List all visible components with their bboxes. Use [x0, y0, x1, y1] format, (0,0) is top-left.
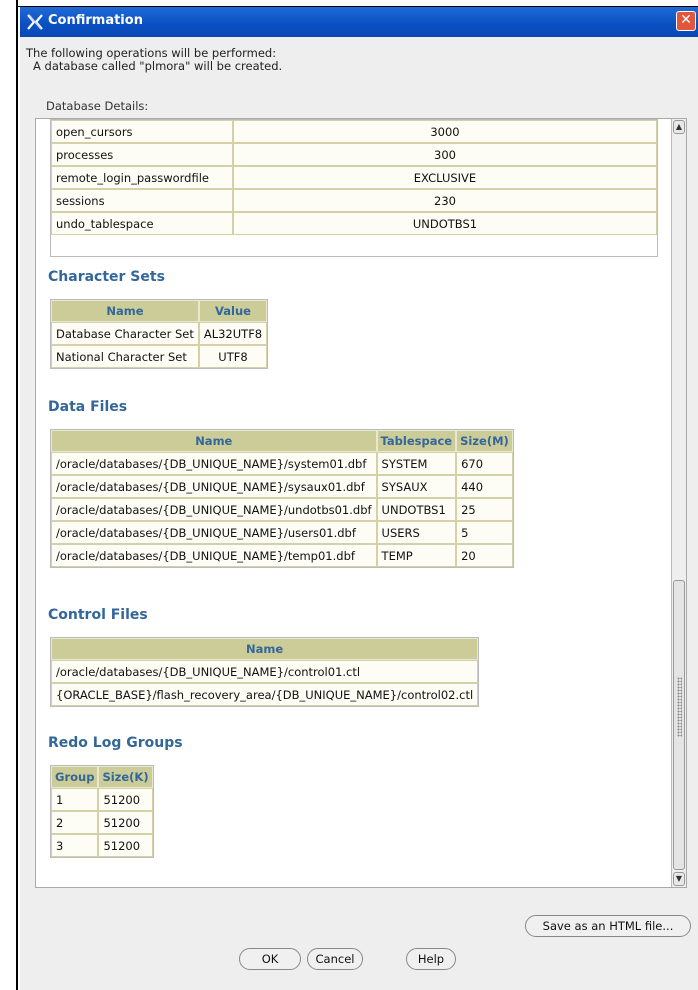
character-sets-heading: Character Sets — [48, 269, 165, 285]
column-header: Name — [51, 430, 377, 452]
table-cell: /oracle/databases/{DB_UNIQUE_NAME}/syste… — [51, 452, 377, 475]
scrollbar-thumb[interactable] — [673, 580, 685, 870]
redo-log-groups-heading: Redo Log Groups — [48, 735, 183, 751]
table-row: undo_tablespace UNDOTBS1 — [51, 212, 657, 235]
param-value: UNDOTBS1 — [233, 212, 657, 235]
save-as-html-button[interactable]: Save as an HTML file... — [525, 915, 691, 937]
scroll-down-icon[interactable]: ▼ — [673, 872, 685, 886]
intro-text: The following operations will be perform… — [26, 47, 282, 73]
param-value: 230 — [233, 189, 657, 212]
table-row: sessions 230 — [51, 189, 657, 212]
table-row: Database Character Set AL32UTF8 — [51, 322, 268, 345]
table-row: 2 51200 — [51, 811, 153, 834]
table-cell: UNDOTBS1 — [376, 498, 457, 521]
table-row: /oracle/databases/{DB_UNIQUE_NAME}/users… — [51, 521, 513, 544]
param-name: undo_tablespace — [51, 212, 233, 235]
character-sets-table-wrap: Name Value Database Character Set AL32UTF8… — [50, 299, 269, 369]
param-value: EXCLUSIVE — [233, 166, 657, 189]
table-cell: TEMP — [376, 544, 457, 567]
table-row: /oracle/databases/{DB_UNIQUE_NAME}/temp0… — [51, 544, 513, 567]
data-files-table-wrap: Name Tablespace Size(M) /oracle/databases/… — [50, 429, 514, 568]
character-sets-table: Name Value Database Character Set AL32UTF8… — [51, 300, 268, 368]
control-files-heading: Control Files — [48, 607, 148, 623]
column-header: Value — [198, 300, 268, 322]
data-files-heading: Data Files — [48, 399, 128, 415]
confirmation-dialog: Confirmation ✕ The following operations … — [20, 7, 698, 990]
close-icon[interactable]: ✕ — [676, 11, 696, 31]
param-value: 3000 — [233, 120, 657, 143]
table-cell: /oracle/databases/{DB_UNIQUE_NAME}/sysau… — [51, 475, 377, 498]
app-icon — [27, 14, 43, 30]
table-cell: 20 — [456, 544, 513, 567]
table-cell: {ORACLE_BASE}/flash_recovery_area/{DB_UN… — [51, 683, 479, 706]
table-cell: /oracle/databases/{DB_UNIQUE_NAME}/temp0… — [51, 544, 377, 567]
param-name: sessions — [51, 189, 233, 212]
help-button[interactable]: Help — [406, 948, 456, 970]
table-cell: 5 — [456, 521, 513, 544]
column-header: Size(M) — [456, 430, 513, 452]
table-cell: 51200 — [98, 834, 153, 857]
intro-line-2: A database called "plmora" will be creat… — [33, 59, 283, 73]
table-cell: 2 — [51, 811, 99, 834]
table-row: /oracle/databases/{DB_UNIQUE_NAME}/undot… — [51, 498, 513, 521]
scroll-up-icon[interactable]: ▲ — [673, 120, 685, 134]
ok-button[interactable]: OK — [239, 948, 301, 970]
table-cell: Database Character Set — [51, 322, 199, 345]
details-scroll-pane[interactable]: open_cursors 3000 processes 300 remote_login… — [35, 118, 687, 888]
table-cell: 1 — [51, 788, 99, 811]
table-row: 1 51200 — [51, 788, 153, 811]
scrollbar-grip — [677, 677, 682, 737]
redo-log-groups-table: Group Size(K) 1 51200 2 51200 3 51200 — [51, 766, 153, 857]
control-files-table-wrap: Name /oracle/databases/{DB_UNIQUE_NAME}/… — [50, 637, 480, 707]
table-cell: 670 — [456, 452, 513, 475]
column-header: Name — [51, 638, 479, 660]
init-params-table-wrap: open_cursors 3000 processes 300 remote_login… — [50, 119, 658, 257]
table-cell: 25 — [456, 498, 513, 521]
table-cell: 51200 — [98, 788, 153, 811]
title-bar[interactable]: Confirmation ✕ — [20, 7, 698, 37]
table-cell: SYSTEM — [376, 452, 457, 475]
param-name: remote_login_passwordfile — [51, 166, 233, 189]
param-name: open_cursors — [51, 120, 233, 143]
table-cell: /oracle/databases/{DB_UNIQUE_NAME}/users… — [51, 521, 377, 544]
table-row: processes 300 — [51, 143, 657, 166]
init-params-table: open_cursors 3000 processes 300 remote_login… — [51, 120, 657, 235]
screen: Confirmation ✕ The following operations … — [0, 0, 698, 990]
table-row: 3 51200 — [51, 834, 153, 857]
table-row: /oracle/databases/{DB_UNIQUE_NAME}/sysau… — [51, 475, 513, 498]
table-cell: 51200 — [98, 811, 153, 834]
param-name: processes — [51, 143, 233, 166]
vertical-scrollbar[interactable]: ▲ ▼ — [671, 119, 686, 887]
table-cell: /oracle/databases/{DB_UNIQUE_NAME}/contr… — [51, 660, 479, 683]
details-content: open_cursors 3000 processes 300 remote_login… — [36, 119, 672, 887]
column-header: Tablespace — [376, 430, 457, 452]
table-cell: USERS — [376, 521, 457, 544]
table-cell: 440 — [456, 475, 513, 498]
column-header: Group — [51, 766, 99, 788]
column-header: Name — [51, 300, 199, 322]
table-cell: SYSAUX — [376, 475, 457, 498]
database-details-label: Database Details: — [46, 99, 149, 113]
table-cell: 3 — [51, 834, 99, 857]
table-row: /oracle/databases/{DB_UNIQUE_NAME}/syste… — [51, 452, 513, 475]
table-cell: AL32UTF8 — [198, 322, 268, 345]
param-value: 300 — [233, 143, 657, 166]
control-files-table: Name /oracle/databases/{DB_UNIQUE_NAME}/… — [51, 638, 479, 706]
table-cell: UTF8 — [198, 345, 268, 368]
table-row: National Character Set UTF8 — [51, 345, 268, 368]
table-row: open_cursors 3000 — [51, 120, 657, 143]
table-cell: /oracle/databases/{DB_UNIQUE_NAME}/undot… — [51, 498, 377, 521]
background-window-edge — [0, 0, 698, 7]
table-row: /oracle/databases/{DB_UNIQUE_NAME}/contr… — [51, 660, 479, 683]
column-header: Size(K) — [98, 766, 153, 788]
cancel-button[interactable]: Cancel — [307, 948, 363, 970]
window-title: Confirmation — [48, 13, 143, 28]
data-files-table: Name Tablespace Size(M) /oracle/databases/… — [51, 430, 513, 567]
table-cell: National Character Set — [51, 345, 199, 368]
table-row: {ORACLE_BASE}/flash_recovery_area/{DB_UN… — [51, 683, 479, 706]
background-window-edge-left — [0, 0, 18, 990]
table-row: remote_login_passwordfile EXCLUSIVE — [51, 166, 657, 189]
redo-log-groups-table-wrap: Group Size(K) 1 51200 2 51200 3 51200 — [50, 765, 154, 858]
